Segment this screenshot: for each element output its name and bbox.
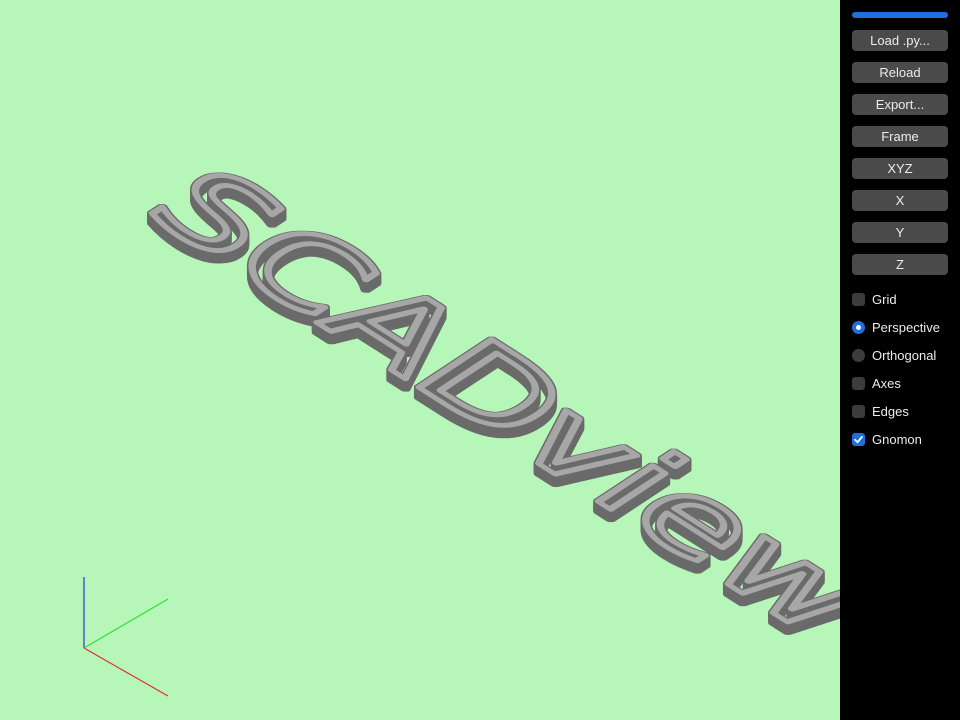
view-xyz-button[interactable]: XYZ xyxy=(852,158,948,179)
progress-bar xyxy=(852,12,948,18)
orthogonal-radio[interactable]: Orthogonal xyxy=(852,341,960,369)
option-label: Edges xyxy=(872,403,909,419)
button-stack: Load .py... Reload Export... Frame XYZ X Y Z xyxy=(852,30,948,286)
checkmark-icon xyxy=(854,435,863,443)
option-label: Gnomon xyxy=(872,431,922,447)
view-y-button[interactable]: Y xyxy=(852,222,948,243)
axes-checkbox[interactable]: Axes xyxy=(852,369,960,397)
edges-checkbox[interactable]: Edges xyxy=(852,397,960,425)
progress-bar-fill xyxy=(852,12,948,18)
radio-indicator[interactable] xyxy=(852,348,865,362)
checkbox-indicator[interactable] xyxy=(852,376,865,390)
scadview-window: SCADview Load .py... Reload Export... Frame… xyxy=(0,0,960,720)
view-x-button[interactable]: X xyxy=(852,190,948,211)
checkbox-indicator[interactable] xyxy=(852,404,865,418)
view-z-button[interactable]: Z xyxy=(852,254,948,275)
checkbox-indicator[interactable] xyxy=(852,292,865,306)
option-label: Orthogonal xyxy=(872,347,937,363)
display-options: Grid Perspective Orthogonal Axes Edges Gnomon xyxy=(852,285,960,453)
load-py-button[interactable]: Load .py... xyxy=(852,30,948,51)
control-panel: Load .py... Reload Export... Frame XYZ X Y Z Gr… xyxy=(840,0,960,720)
frame-button[interactable]: Frame xyxy=(852,126,948,147)
option-label: Perspective xyxy=(872,319,940,335)
viewport-canvas[interactable]: SCADview xyxy=(0,0,840,720)
perspective-radio[interactable]: Perspective xyxy=(852,313,960,341)
radio-indicator[interactable] xyxy=(852,320,865,334)
checkbox-indicator[interactable] xyxy=(852,432,865,446)
export-button[interactable]: Export... xyxy=(852,94,948,115)
reload-button[interactable]: Reload xyxy=(852,62,948,83)
grid-checkbox[interactable]: Grid xyxy=(852,285,960,313)
option-label: Grid xyxy=(872,291,897,307)
option-label: Axes xyxy=(872,375,901,391)
radio-dot-icon xyxy=(856,324,861,330)
gnomon-checkbox[interactable]: Gnomon xyxy=(852,425,960,453)
3d-viewport[interactable]: SCADview xyxy=(0,0,840,720)
